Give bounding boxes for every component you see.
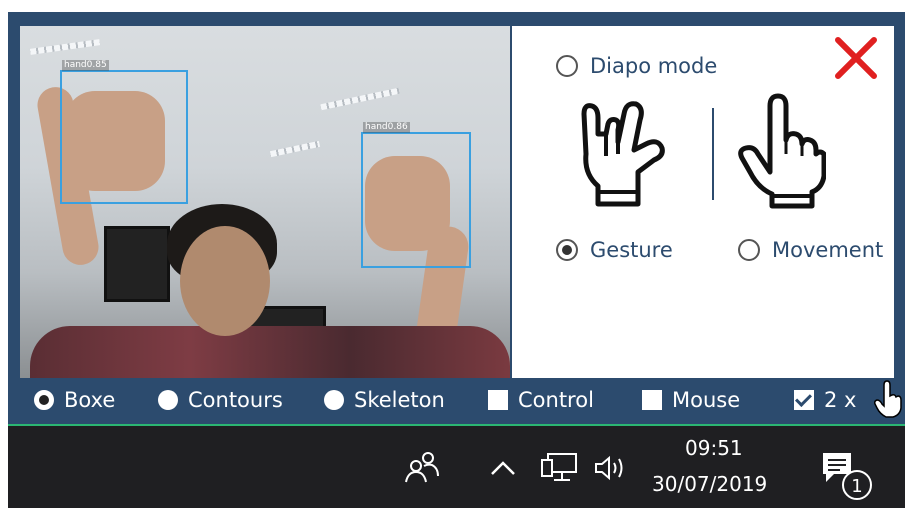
mouse-label: Mouse: [672, 388, 741, 412]
checkbox-box: [642, 390, 662, 410]
radio-indicator: [556, 55, 578, 77]
radio-indicator-selected: [34, 390, 54, 410]
volume-icon[interactable]: [594, 454, 630, 482]
clock-time[interactable]: 09:51: [685, 436, 743, 460]
radio-indicator: [324, 390, 344, 410]
people-icon[interactable]: [404, 450, 440, 484]
gesture-radio[interactable]: Gesture: [556, 238, 673, 262]
hand-bounding-box: hand0.86: [361, 122, 471, 268]
clock-date[interactable]: 30/07/2019: [652, 472, 767, 496]
movement-label: Movement: [772, 238, 884, 262]
diapo-mode-label: Diapo mode: [590, 54, 718, 78]
hand-cursor-icon: [874, 380, 902, 418]
rock-gesture-hand-icon: [581, 101, 665, 207]
control-checkbox[interactable]: Control: [488, 388, 594, 412]
pointing-hand-icon: [738, 93, 826, 209]
control-label: Control: [518, 388, 594, 412]
divider: [712, 108, 714, 200]
network-icon[interactable]: [540, 452, 578, 484]
notification-badge: 1: [842, 470, 872, 500]
background-monitor: [104, 226, 170, 302]
ceiling-light: [269, 140, 321, 158]
two-x-label: 2 x: [824, 388, 857, 412]
contours-label: Contours: [188, 388, 283, 412]
radio-indicator: [738, 239, 760, 261]
chevron-up-icon[interactable]: [490, 460, 516, 476]
radio-indicator-selected: [556, 239, 578, 261]
close-icon[interactable]: [832, 34, 880, 82]
contours-radio[interactable]: Contours: [158, 388, 283, 412]
hand-bounding-box: hand0.85: [60, 60, 188, 204]
taskbar: 09:51 30/07/2019 1: [8, 426, 905, 508]
options-bar: Boxe Contours Skeleton Control Mouse 2 x: [8, 378, 905, 422]
boxe-label: Boxe: [64, 388, 116, 412]
detection-label: hand0.86: [363, 122, 410, 133]
checkbox-box: [488, 390, 508, 410]
person-face: [180, 226, 270, 336]
two-x-checkbox[interactable]: 2 x: [794, 388, 856, 412]
ceiling-light: [320, 87, 400, 111]
detection-label: hand0.85: [62, 60, 109, 71]
ceiling-light: [29, 39, 101, 55]
diapo-mode-radio[interactable]: Diapo mode: [556, 54, 717, 78]
gesture-app-window: hand0.85 hand0.86 Diapo mode Gesture Mov…: [8, 12, 905, 424]
movement-radio[interactable]: Movement: [738, 238, 883, 262]
boxe-radio[interactable]: Boxe: [34, 388, 115, 412]
skeleton-label: Skeleton: [354, 388, 445, 412]
person-shirt: [30, 326, 510, 378]
camera-feed: hand0.85 hand0.86: [20, 26, 510, 378]
skeleton-radio[interactable]: Skeleton: [324, 388, 445, 412]
checkbox-box-checked: [794, 390, 814, 410]
gesture-label: Gesture: [590, 238, 673, 262]
radio-indicator: [158, 390, 178, 410]
mode-panel: Diapo mode Gesture Movement: [512, 26, 894, 378]
mouse-checkbox[interactable]: Mouse: [642, 388, 740, 412]
